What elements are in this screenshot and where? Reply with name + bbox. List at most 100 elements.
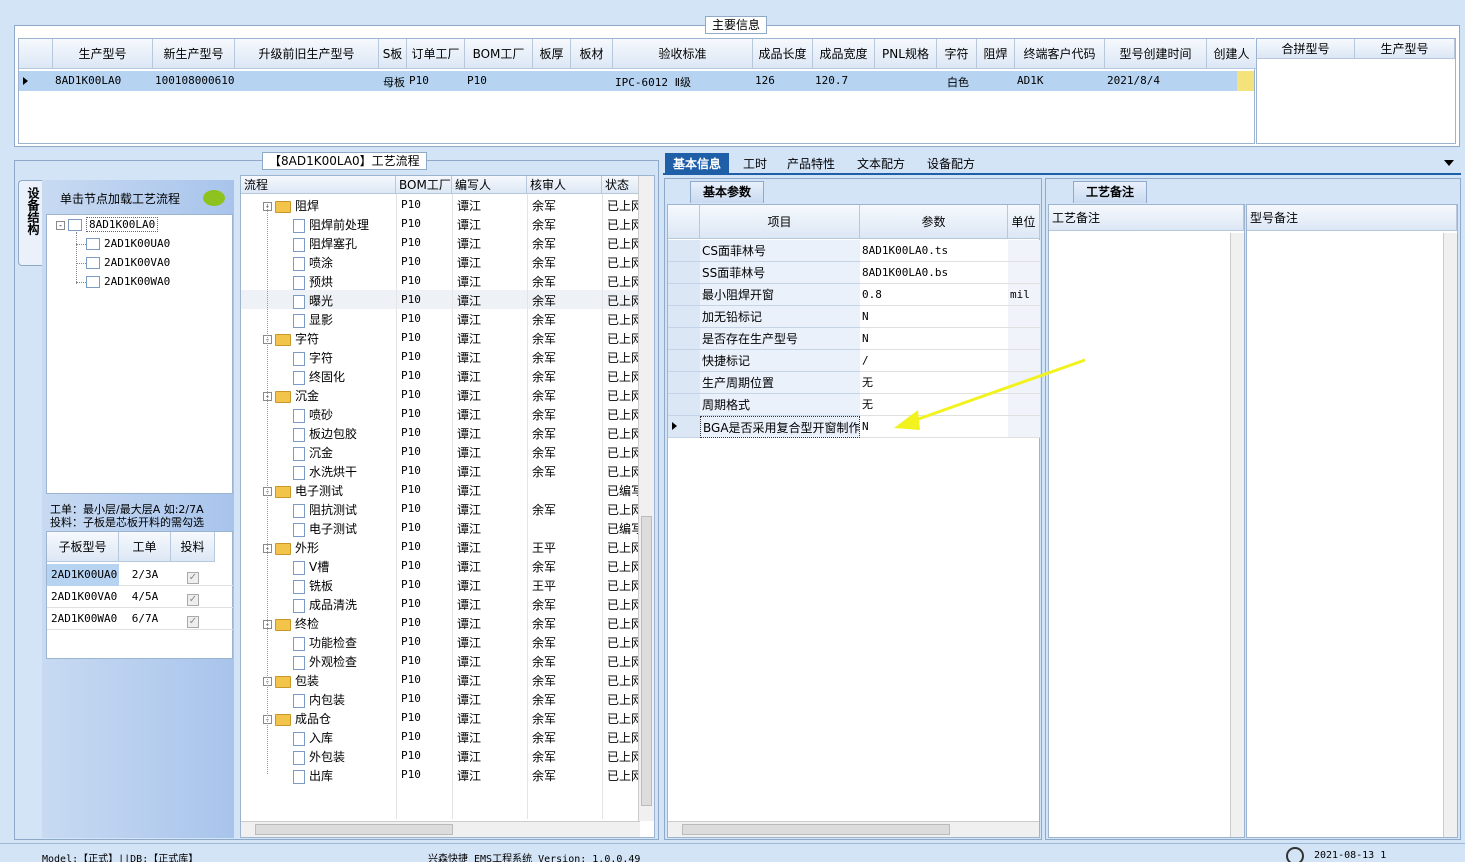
basic-cell-item[interactable]: CS面菲林号 [700,240,860,262]
basic-row-header[interactable] [668,262,700,284]
flow-cell-bom[interactable]: P10 [401,654,421,667]
main-cell-order[interactable]: P10 [407,74,465,87]
basic-row-header[interactable] [668,328,700,350]
flow-col-header[interactable]: 状态 [602,176,640,194]
flow-cell-bom[interactable]: P10 [401,521,421,534]
flow-cell-writer[interactable]: 谭江 [457,197,481,214]
flow-cell-reviewer[interactable]: 余军 [532,273,556,290]
flow-cell-writer[interactable]: 谭江 [457,387,481,404]
main-col-header[interactable]: 型号创建时间 [1105,39,1207,69]
flow-cell-bom[interactable]: P10 [401,217,421,230]
tab-2[interactable]: 产品特性 [779,153,843,175]
feed-checkbox[interactable]: ✓ [171,569,215,584]
flow-step-name[interactable]: 成品清洗 [293,596,357,613]
flow-cell-bom[interactable]: P10 [401,293,421,306]
basic-cell-item[interactable]: 周期格式 [700,394,860,416]
flow-cell-bom[interactable]: P10 [401,730,421,743]
main-col-header[interactable]: 阻焊 [977,39,1015,69]
model-remark-scrollbar[interactable] [1443,233,1457,837]
flow-cell-status[interactable]: 已上网 [607,691,639,708]
flow-step-name[interactable]: 曝光 [293,292,333,309]
sub-cell-model[interactable]: 2AD1K00WA0 [47,608,119,630]
flow-cell-bom[interactable]: P10 [401,464,421,477]
flow-cell-status[interactable]: 已上网 [607,463,639,480]
flow-cell-writer[interactable]: 谭江 [457,767,481,784]
subtab-process-remark[interactable]: 工艺备注 [1073,181,1147,203]
main-col-header[interactable]: BOM工厂 [465,39,533,69]
flow-cell-reviewer[interactable]: 余军 [532,216,556,233]
flow-cell-status[interactable]: 已上网 [607,273,639,290]
main-cell-len[interactable]: 126 [753,74,813,87]
flow-cell-status[interactable]: 已上网 [607,558,639,575]
main-col-header[interactable]: PNL规格 [875,39,937,69]
tab-1[interactable]: 工时 [735,153,775,175]
flow-cell-writer[interactable]: 谭江 [457,425,481,442]
flow-step-name[interactable]: 电子测试 [293,520,357,537]
basic-cell-value[interactable]: N [860,328,1008,350]
basic-hscroll[interactable] [668,821,1039,837]
sub-cell-order[interactable]: 4/5A [119,586,171,608]
flow-cell-status[interactable]: 已上网 [607,197,639,214]
flow-cell-reviewer[interactable]: 余军 [532,330,556,347]
basic-cell-item[interactable]: BGA是否采用复合型开窗制作 [700,416,860,438]
basic-cell-item[interactable]: 最小阻焊开窗 [700,284,860,306]
flow-cell-status[interactable]: 已上网 [607,368,639,385]
flow-cell-reviewer[interactable]: 余军 [532,501,556,518]
flow-cell-bom[interactable]: P10 [401,616,421,629]
flow-cell-writer[interactable]: 谭江 [457,653,481,670]
side-col-merge[interactable]: 合拼型号 [1257,39,1355,59]
main-col-header[interactable]: 成品宽度 [813,39,875,69]
flow-cell-writer[interactable]: 谭江 [457,577,481,594]
flow-cell-writer[interactable]: 谭江 [457,406,481,423]
basic-col-header[interactable]: 项目 [700,205,860,239]
main-cell-char[interactable]: 白色 [937,74,977,90]
basic-cell-value[interactable]: N [860,306,1008,328]
flow-cell-reviewer[interactable]: 余军 [532,235,556,252]
flow-cell-writer[interactable]: 谭江 [457,748,481,765]
main-info-grid[interactable]: 生产型号 新生产型号 升级前旧生产型号 S板 订单工厂 BOM工厂 板厚 板材 验收标准 成品长度… [18,38,1291,144]
basic-cell-item[interactable]: SS面菲林号 [700,262,860,284]
main-col-header[interactable]: 终端客户代码 [1015,39,1105,69]
flow-cell-writer[interactable]: 谭江 [457,235,481,252]
flow-cell-status[interactable]: 已上网 [607,596,639,613]
flow-cell-writer[interactable]: 谭江 [457,273,481,290]
flow-step-name[interactable]: - 字符 [263,330,319,347]
main-col-header[interactable]: 板材 [571,39,613,69]
basic-cell-item[interactable]: 加无铅标记 [700,306,860,328]
tab-4[interactable]: 设备配方 [919,153,983,175]
flow-cell-writer[interactable]: 谭江 [457,710,481,727]
basic-col-header[interactable]: 参数 [860,205,1008,239]
flow-cell-reviewer[interactable]: 余军 [532,425,556,442]
basic-row-header[interactable] [668,284,700,306]
flow-cell-bom[interactable]: P10 [401,673,421,686]
basic-cell-value[interactable]: 8AD1K00LA0.bs [860,262,1008,284]
flow-col-header[interactable]: 核审人 [527,176,602,194]
flow-cell-writer[interactable]: 谭江 [457,311,481,328]
flow-cell-writer[interactable]: 谭江 [457,501,481,518]
flow-step-name[interactable]: 出库 [293,767,333,784]
flow-cell-writer[interactable]: 谭江 [457,558,481,575]
flow-cell-reviewer[interactable]: 余军 [532,254,556,271]
flow-cell-bom[interactable]: P10 [401,331,421,344]
merge-model-grid[interactable]: 合拼型号 生产型号 [1256,38,1456,144]
sub-col-header[interactable]: 投料 [171,532,215,562]
flow-cell-bom[interactable]: P10 [401,312,421,325]
subtab-basic-params[interactable]: 基本参数 [690,181,764,203]
flow-cell-bom[interactable]: P10 [401,255,421,268]
flow-cell-status[interactable]: 已上网 [607,710,639,727]
flow-step-name[interactable]: - 沉金 [263,387,319,404]
sub-cell-model[interactable]: 2AD1K00VA0 [47,586,119,608]
flow-cell-status[interactable]: 已上网 [607,387,639,404]
basic-cell-unit[interactable]: mil [1008,284,1040,306]
basic-cell-item[interactable]: 是否存在生产型号 [700,328,860,350]
flow-step-name[interactable]: 入库 [293,729,333,746]
flow-cell-bom[interactable]: P10 [401,236,421,249]
flow-cell-reviewer[interactable]: 余军 [532,311,556,328]
main-col-header[interactable]: 板厚 [533,39,571,69]
flow-step-name[interactable]: 外观检查 [293,653,357,670]
flow-step-name[interactable]: 铣板 [293,577,333,594]
flow-cell-status[interactable]: 已上网 [607,501,639,518]
main-cell-std[interactable]: IPC-6012 Ⅱ级 [613,74,753,90]
flow-cell-writer[interactable]: 谭江 [457,254,481,271]
flow-cell-bom[interactable]: P10 [401,426,421,439]
